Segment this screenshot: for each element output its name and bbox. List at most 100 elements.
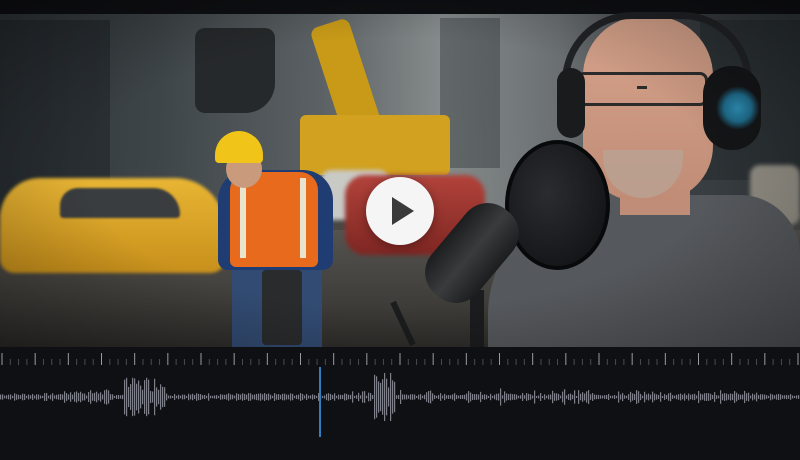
waveform-bar bbox=[760, 394, 762, 400]
video-preview[interactable] bbox=[0, 0, 800, 347]
waveform-bar bbox=[400, 389, 402, 405]
waveform-bar bbox=[100, 392, 102, 402]
waveform-bar bbox=[498, 393, 500, 401]
waveform-bar bbox=[264, 393, 266, 401]
waveform-bar bbox=[622, 392, 624, 402]
waveform-bar bbox=[536, 395, 538, 399]
waveform-bar bbox=[144, 380, 146, 414]
waveform-bar bbox=[788, 395, 790, 399]
waveform-bar bbox=[644, 391, 646, 403]
waveform-bar bbox=[326, 393, 328, 401]
waveform-bar bbox=[612, 395, 614, 399]
waveform-bar bbox=[332, 394, 334, 400]
waveform-bar bbox=[610, 395, 612, 399]
waveform-bar bbox=[94, 392, 96, 402]
waveform-bar bbox=[516, 394, 518, 400]
waveform-bar bbox=[280, 394, 282, 400]
waveform-bar bbox=[732, 393, 734, 401]
waveform-bar bbox=[470, 392, 472, 402]
waveform-bar bbox=[62, 394, 64, 400]
waveform-bar bbox=[490, 393, 492, 401]
waveform-bar bbox=[542, 395, 544, 399]
waveform-bar bbox=[602, 395, 604, 399]
waveform-bar bbox=[414, 394, 416, 400]
waveform-bar bbox=[434, 395, 436, 399]
waveform-bar bbox=[606, 394, 608, 400]
waveform-bar bbox=[528, 393, 530, 401]
waveform-bar bbox=[428, 391, 430, 403]
waveform-bar bbox=[478, 394, 480, 400]
waveform-bar bbox=[640, 393, 642, 401]
waveform-bar bbox=[500, 388, 502, 406]
waveform-bar bbox=[214, 395, 216, 399]
waveform-bar bbox=[604, 395, 606, 399]
waveform-bar bbox=[460, 395, 462, 399]
waveform-bar bbox=[506, 393, 508, 401]
waveform-bar bbox=[84, 393, 86, 401]
waveform-bar bbox=[568, 393, 570, 401]
waveform-bar bbox=[432, 393, 434, 401]
waveform-bar bbox=[114, 395, 116, 399]
waveform-bar bbox=[706, 393, 708, 401]
waveform-bar bbox=[244, 393, 246, 401]
waveform-bar bbox=[522, 393, 524, 401]
waveform-bar bbox=[188, 393, 190, 401]
waveform-bar bbox=[294, 395, 296, 399]
waveform-bar bbox=[418, 394, 420, 400]
waveform-bar bbox=[600, 395, 602, 399]
waveform-bar bbox=[452, 394, 454, 400]
jackhammer bbox=[262, 270, 302, 345]
waveform-bar bbox=[346, 393, 348, 401]
audio-timeline[interactable] bbox=[0, 347, 800, 460]
waveform-bar bbox=[776, 394, 778, 400]
waveform-bar bbox=[692, 394, 694, 400]
waveform-bar bbox=[682, 394, 684, 400]
waveform-bar bbox=[192, 393, 194, 401]
waveform-bar bbox=[278, 394, 280, 400]
taxi-window bbox=[60, 188, 180, 218]
headphones-earcup-left bbox=[557, 68, 585, 138]
waveform-bar bbox=[2, 394, 4, 400]
waveform-bar bbox=[232, 394, 234, 400]
waveform-bar bbox=[718, 395, 720, 399]
waveform-bar bbox=[340, 394, 342, 400]
waveform-bar bbox=[78, 392, 80, 402]
waveform-bar bbox=[14, 393, 16, 401]
waveform-bar bbox=[614, 395, 616, 399]
waveform-bar bbox=[6, 395, 8, 399]
waveform-bar bbox=[258, 393, 260, 401]
waveform-bar bbox=[66, 393, 68, 401]
waveform-bar bbox=[704, 393, 706, 401]
waveform-bar bbox=[476, 394, 478, 400]
waveform-bar bbox=[620, 394, 622, 400]
waveform-bar bbox=[210, 395, 212, 399]
waveform-bar bbox=[330, 393, 332, 401]
waveform-bar bbox=[724, 393, 726, 401]
waveform-bar bbox=[312, 394, 314, 400]
play-button[interactable] bbox=[366, 177, 434, 245]
waveform-bar bbox=[456, 394, 458, 400]
waveform-bar bbox=[576, 395, 578, 399]
waveform-bar bbox=[670, 392, 672, 402]
waveform-bar bbox=[786, 394, 788, 400]
waveform-bar bbox=[286, 394, 288, 400]
waveform-bar bbox=[648, 393, 650, 401]
waveform-bar bbox=[402, 394, 404, 400]
waveform-bar bbox=[12, 395, 14, 399]
waveform-bar bbox=[104, 390, 106, 404]
waveform-bar bbox=[736, 392, 738, 402]
waveform[interactable] bbox=[0, 367, 800, 460]
waveform-bar bbox=[132, 377, 134, 417]
waveform-bar bbox=[344, 393, 346, 401]
waveform-bar bbox=[440, 393, 442, 401]
waveform-bar bbox=[112, 394, 114, 400]
waveform-bar bbox=[746, 393, 748, 401]
waveform-bar bbox=[250, 393, 252, 401]
waveform-bar bbox=[58, 394, 60, 400]
waveform-bar bbox=[236, 393, 238, 401]
waveform-bar bbox=[572, 394, 574, 400]
waveform-bar bbox=[694, 393, 696, 401]
waveform-bar bbox=[502, 395, 504, 399]
waveform-bar bbox=[198, 393, 200, 401]
waveform-bar bbox=[578, 390, 580, 404]
